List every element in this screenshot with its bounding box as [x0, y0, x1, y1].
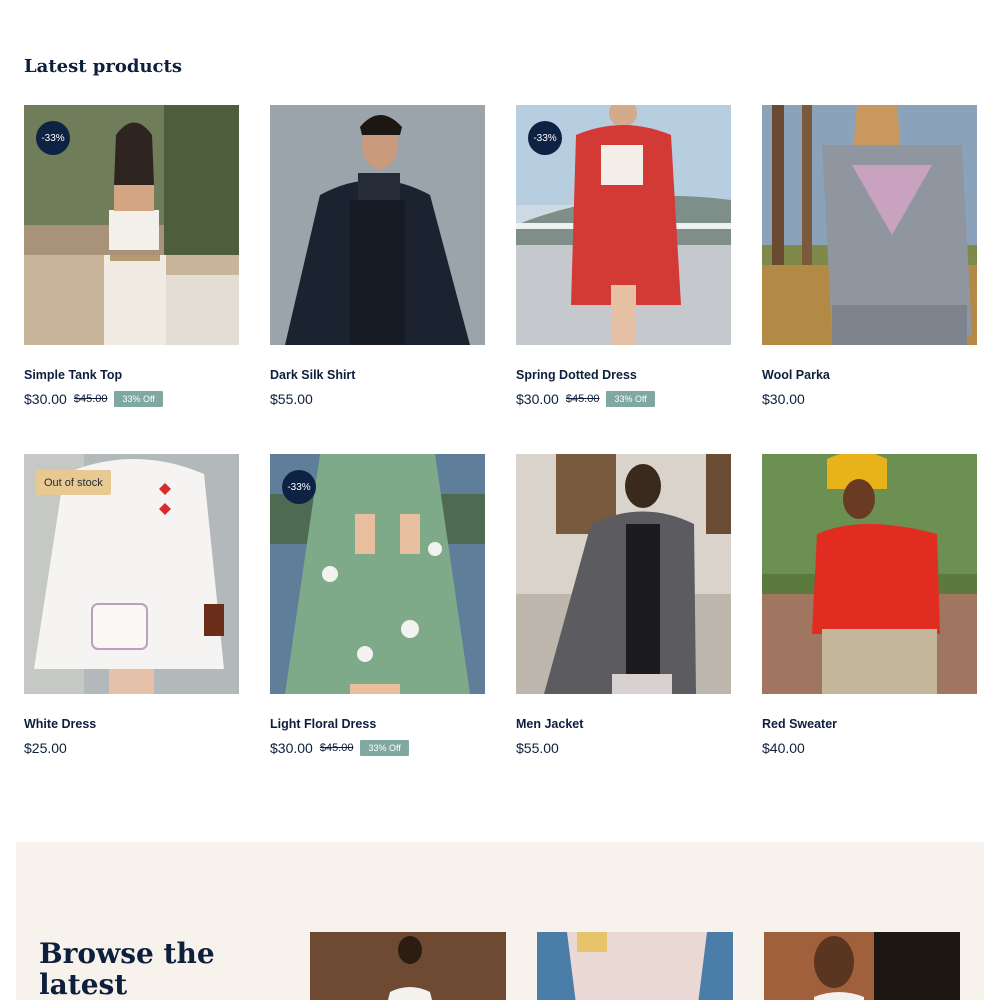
price-row: $40.00	[762, 739, 977, 757]
product-image[interactable]: -33%	[24, 105, 239, 345]
discount-tag: 33% Off	[114, 391, 163, 407]
price-row: $30.00 $45.00 33% Off	[516, 390, 731, 408]
product-image[interactable]	[762, 105, 977, 345]
product-price: $55.00	[270, 391, 313, 407]
product-price: $30.00	[516, 391, 559, 407]
browse-section: Browse the latest	[16, 842, 984, 1000]
product-name[interactable]: Dark Silk Shirt	[270, 368, 485, 382]
discount-badge: -33%	[528, 121, 562, 155]
product-card[interactable]: Dark Silk Shirt $55.00	[270, 105, 485, 408]
browse-title: Browse the latest	[39, 937, 215, 1000]
old-price: $45.00	[73, 393, 108, 405]
browse-image[interactable]	[310, 932, 506, 1000]
out-of-stock-badge: Out of stock	[36, 470, 111, 495]
product-name[interactable]: Spring Dotted Dress	[516, 368, 731, 382]
product-price: $30.00	[270, 740, 313, 756]
product-card[interactable]: -33% Simple Tank Top $30.00 $45.00 33% O…	[24, 105, 239, 408]
product-card[interactable]: -33% Spring Dotted Dress $30.00 $45.00 3…	[516, 105, 731, 408]
product-image[interactable]	[762, 454, 977, 694]
product-card[interactable]: Out of stock White Dress $25.00	[24, 454, 239, 757]
product-image[interactable]	[270, 105, 485, 345]
product-name[interactable]: Light Floral Dress	[270, 717, 485, 731]
price-row: $30.00 $45.00 33% Off	[24, 390, 239, 408]
product-card[interactable]: Wool Parka $30.00	[762, 105, 977, 408]
browse-image[interactable]	[764, 932, 960, 1000]
product-price: $30.00	[762, 391, 805, 407]
product-image[interactable]	[516, 454, 731, 694]
section-title: Latest products	[24, 56, 182, 77]
product-name[interactable]: Men Jacket	[516, 717, 731, 731]
price-row: $30.00	[762, 390, 977, 408]
product-image[interactable]: Out of stock	[24, 454, 239, 694]
price-row: $30.00 $45.00 33% Off	[270, 739, 485, 757]
price-row: $55.00	[516, 739, 731, 757]
product-name[interactable]: Wool Parka	[762, 368, 977, 382]
product-price: $40.00	[762, 740, 805, 756]
product-card[interactable]: -33% Light Floral Dress $30.00 $45.00 33…	[270, 454, 485, 757]
discount-tag: 33% Off	[606, 391, 655, 407]
product-name[interactable]: White Dress	[24, 717, 239, 731]
product-card[interactable]: Men Jacket $55.00	[516, 454, 731, 757]
product-name[interactable]: Red Sweater	[762, 717, 977, 731]
product-image[interactable]: -33%	[516, 105, 731, 345]
price-row: $55.00	[270, 390, 485, 408]
product-price: $30.00	[24, 391, 67, 407]
product-price: $55.00	[516, 740, 559, 756]
price-row: $25.00	[24, 739, 239, 757]
discount-tag: 33% Off	[360, 740, 409, 756]
product-card[interactable]: Red Sweater $40.00	[762, 454, 977, 757]
browse-image[interactable]	[537, 932, 733, 1000]
old-price: $45.00	[319, 742, 354, 754]
old-price: $45.00	[565, 393, 600, 405]
discount-badge: -33%	[36, 121, 70, 155]
product-name[interactable]: Simple Tank Top	[24, 368, 239, 382]
discount-badge: -33%	[282, 470, 316, 504]
product-image[interactable]: -33%	[270, 454, 485, 694]
product-price: $25.00	[24, 740, 67, 756]
